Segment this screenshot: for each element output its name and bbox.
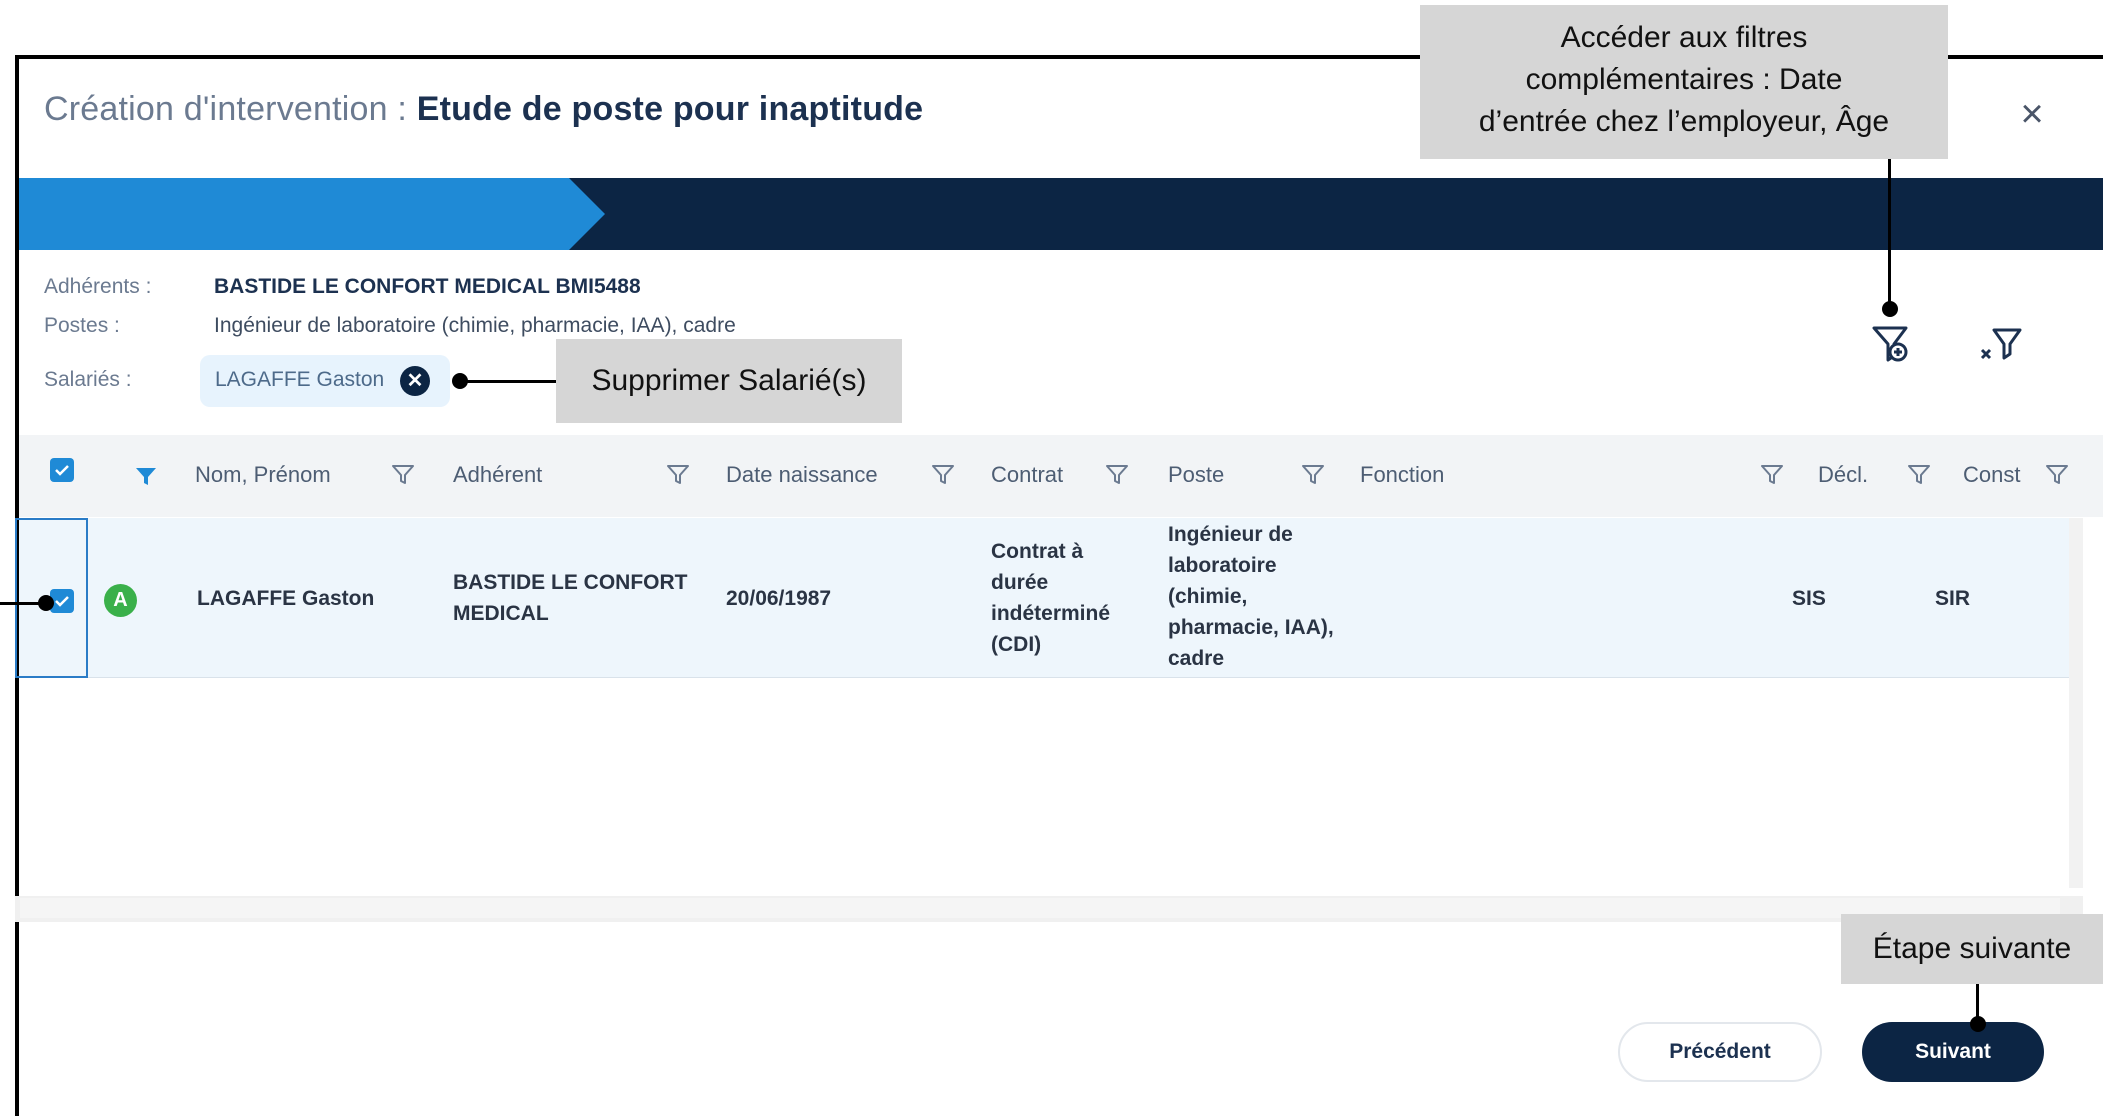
cell-poste-line: (chimie, xyxy=(1168,585,1248,608)
cell-poste: Ingénieur de laboratoire (chimie, pharma… xyxy=(1168,519,1334,674)
summary-postes-value: Ingénieur de laboratoire (chimie, pharma… xyxy=(214,314,736,337)
filter-icon[interactable] xyxy=(930,461,956,487)
cell-contrat-line: durée xyxy=(991,571,1049,594)
col-fonction[interactable]: Fonction xyxy=(1360,462,1444,488)
step-details[interactable]: Détails de l'intervention xyxy=(660,0,990,72)
filter-icon[interactable] xyxy=(2044,461,2070,487)
horizontal-scrollbar-thumb[interactable] xyxy=(20,898,2060,918)
col-contrat[interactable]: Contrat xyxy=(991,462,1063,488)
callout-filters-dot xyxy=(1882,301,1898,317)
col-poste[interactable]: Poste xyxy=(1168,462,1224,488)
select-all-checkbox[interactable] xyxy=(50,458,74,482)
previous-button[interactable]: Précédent xyxy=(1618,1022,1822,1082)
filter-icon[interactable] xyxy=(1906,461,1932,487)
callout-filters-line: d’entrée chez l’employeur, Âge xyxy=(1478,105,1890,138)
cell-decl: SIS xyxy=(1792,587,1826,610)
cell-contrat: Contrat à durée indéterminé (CDI) xyxy=(991,536,1110,660)
callout-next-step: Étape suivante xyxy=(1841,914,2103,984)
callout-remove: Supprimer Salarié(s) xyxy=(556,339,902,423)
cell-adherent-line: BASTIDE LE CONFORT xyxy=(453,571,688,594)
callout-filters-connector xyxy=(1888,159,1891,309)
filter-icon[interactable] xyxy=(1759,461,1785,487)
callout-filters: Accéder aux filtres complémentaires : Da… xyxy=(1420,5,1948,159)
callout-filters-line: Accéder aux filtres xyxy=(1560,21,1808,54)
callout-checkbox-dot xyxy=(38,595,54,611)
filter-clear-icon[interactable] xyxy=(1980,322,2024,366)
filter-icon[interactable] xyxy=(133,463,159,489)
col-nom[interactable]: Nom, Prénom xyxy=(195,462,331,488)
cell-poste-line: Ingénieur de xyxy=(1168,523,1293,546)
col-date-naissance[interactable]: Date naissance xyxy=(726,462,878,488)
step-postes[interactable]: Postes xyxy=(245,0,395,72)
screen: Création d'intervention : Etude de poste… xyxy=(0,0,2103,1116)
filter-icon[interactable] xyxy=(665,461,691,487)
cell-contrat-line: (CDI) xyxy=(991,633,1042,656)
cell-contrat-line: indéterminé xyxy=(991,602,1111,625)
cell-adherent-line: MEDICAL xyxy=(453,602,549,625)
stepper-progress xyxy=(19,178,605,250)
summary-adherents-value: BASTIDE LE CONFORT MEDICAL BMI5488 xyxy=(214,275,641,298)
filter-icon[interactable] xyxy=(1300,461,1326,487)
summary-adherents-label: Adhérents : xyxy=(44,275,152,298)
cell-date-naissance: 20/06/1987 xyxy=(726,587,832,610)
summary-postes-label: Postes : xyxy=(44,314,120,337)
filter-icon[interactable] xyxy=(1104,461,1130,487)
step-salaries[interactable]: Salariés xyxy=(440,0,590,72)
cell-poste-line: pharmacie, IAA), xyxy=(1168,616,1334,639)
remove-chip-icon[interactable]: ✕ xyxy=(400,366,430,396)
col-decl[interactable]: Décl. xyxy=(1818,462,1868,488)
dialog-title-prefix: Création d'intervention : xyxy=(44,90,417,128)
avatar: A xyxy=(104,584,137,617)
filter-icon[interactable] xyxy=(390,461,416,487)
cell-poste-line: laboratoire xyxy=(1168,554,1277,577)
step-adherents[interactable]: Adhérents xyxy=(34,0,184,72)
cell-poste-line: cadre xyxy=(1168,647,1225,670)
summary-salaries-label: Salariés : xyxy=(44,368,132,391)
cell-contrat-line: Contrat à xyxy=(991,540,1084,563)
callout-filters-line: complémentaires : Date xyxy=(1525,63,1843,96)
col-const[interactable]: Const xyxy=(1963,462,2020,488)
dialog-title: Création d'intervention : Etude de poste… xyxy=(44,90,923,129)
callout-remove-connector xyxy=(460,380,556,383)
next-button[interactable]: Suivant xyxy=(1862,1022,2044,1082)
col-adherent[interactable]: Adhérent xyxy=(453,462,542,488)
cell-adherent: BASTIDE LE CONFORT MEDICAL xyxy=(453,567,688,629)
dialog-title-intervention-type: Etude de poste pour inaptitude xyxy=(416,90,924,128)
callout-remove-dot xyxy=(452,373,468,389)
close-icon[interactable]: × xyxy=(2010,92,2054,136)
vertical-scrollbar[interactable] xyxy=(2069,518,2083,888)
filter-add-icon[interactable] xyxy=(1870,322,1914,366)
callout-next-dot xyxy=(1970,1016,1986,1032)
cell-const: SIR xyxy=(1935,587,1971,610)
cell-nom: LAGAFFE Gaston xyxy=(197,587,375,610)
salarie-chip-label: LAGAFFE Gaston xyxy=(215,368,385,391)
